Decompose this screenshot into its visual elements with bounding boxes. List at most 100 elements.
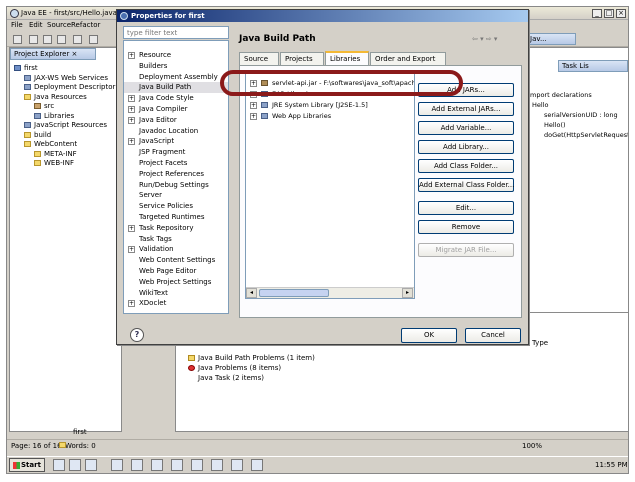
nav-item-task-tags[interactable]: Task Tags	[124, 234, 228, 245]
expand-icon[interactable]: +	[128, 52, 135, 59]
nav-item-javascript[interactable]: + JavaScript	[124, 136, 228, 147]
scroll-right-icon[interactable]: ▸	[402, 288, 413, 298]
nav-item-project-references[interactable]: Project References	[124, 169, 228, 180]
taskbar-app-icon[interactable]	[251, 459, 263, 471]
task-list-tab[interactable]: Task Lis	[558, 60, 628, 72]
nav-item-java-build-path[interactable]: Java Build Path	[124, 82, 228, 94]
tree-item[interactable]: JAX-WS Web Services	[14, 74, 115, 84]
menu-edit[interactable]: Edit	[29, 21, 43, 29]
taskbar-app-icon[interactable]	[131, 459, 143, 471]
nav-item-web-page-editor[interactable]: Web Page Editor	[124, 266, 228, 277]
outline-item[interactable]: Hello()	[530, 120, 628, 130]
taskbar-app-icon[interactable]	[191, 459, 203, 471]
taskbar-app-icon[interactable]	[53, 459, 65, 471]
outline-item[interactable]: Hello	[530, 100, 628, 110]
add-jars-button[interactable]: Add JARs...	[418, 83, 514, 97]
tree-item[interactable]: Deployment Descriptor	[14, 83, 115, 93]
nav-item-java-compiler[interactable]: + Java Compiler	[124, 104, 228, 115]
nav-item-java-editor[interactable]: + Java Editor	[124, 115, 228, 126]
nav-item-java-code-style[interactable]: + Java Code Style	[124, 93, 228, 104]
library-row-ear[interactable]: + EAR Libraries	[246, 89, 414, 99]
problem-row[interactable]: Java Task (2 items)	[188, 373, 315, 383]
nav-item-jsp-fragment[interactable]: JSP Fragment	[124, 147, 228, 158]
start-button[interactable]: Start	[9, 458, 45, 472]
nav-item-resource[interactable]: + Resource	[124, 50, 228, 61]
tree-item[interactable]: first	[14, 64, 115, 74]
expand-icon[interactable]: +	[128, 246, 135, 254]
outline-item[interactable]: mport declarations	[530, 90, 628, 100]
nav-arrows-icon[interactable]: ⇦ ▾ ⇨ ▾	[472, 35, 497, 43]
tab-source[interactable]: Source	[239, 52, 279, 65]
menu-file[interactable]: File	[11, 21, 23, 29]
save-icon[interactable]	[29, 35, 38, 44]
taskbar-app-icon[interactable]	[151, 459, 163, 471]
nav-item-xdoclet[interactable]: + XDoclet	[124, 298, 228, 309]
taskbar-app-icon[interactable]	[231, 459, 243, 471]
type-column-header[interactable]: Type	[532, 339, 548, 347]
nav-item-javadoc-location[interactable]: Javadoc Location	[124, 126, 228, 137]
filter-input[interactable]: type filter text	[123, 26, 229, 39]
tree-item[interactable]: Libraries	[14, 112, 115, 122]
library-row-servlet-api[interactable]: + servlet-api.jar - F:\softwares\java_sof…	[246, 78, 414, 88]
add-external-class-folder-button[interactable]: Add External Class Folder...	[418, 178, 514, 192]
expand-icon[interactable]: +	[128, 95, 135, 103]
library-row-jre[interactable]: + JRE System Library [J2SE-1.5]	[246, 100, 414, 110]
outline-item[interactable]: serialVersionUID : long	[530, 110, 628, 120]
expand-icon[interactable]: +	[250, 80, 257, 87]
expand-icon[interactable]: +	[250, 113, 257, 120]
nav-item-task-repository[interactable]: + Task Repository	[124, 223, 228, 234]
menu-refactor[interactable]: Refactor	[71, 21, 100, 29]
tree-item[interactable]: JavaScript Resources	[14, 121, 115, 131]
add-library-button[interactable]: Add Library...	[418, 140, 514, 154]
nav-item-validation[interactable]: + Validation	[124, 244, 228, 255]
tree-item[interactable]: src	[14, 102, 115, 112]
expand-icon[interactable]: +	[128, 224, 135, 232]
tree-item[interactable]: META-INF	[14, 150, 115, 160]
tree-item[interactable]: WebContent	[14, 140, 115, 150]
close-button[interactable]: ×	[616, 9, 626, 18]
project-explorer-tab[interactable]: Project Explorer ×	[10, 48, 96, 60]
taskbar-app-icon[interactable]	[171, 459, 183, 471]
menu-source[interactable]: Source	[47, 21, 71, 29]
tab-order-and-export[interactable]: Order and Export	[370, 52, 446, 65]
nav-item-web-project-settings[interactable]: Web Project Settings	[124, 277, 228, 288]
nav-item-web-content-settings[interactable]: Web Content Settings	[124, 255, 228, 266]
expand-icon[interactable]: +	[128, 116, 135, 124]
nav-item-wikitext[interactable]: WikiText	[124, 288, 228, 299]
scroll-thumb[interactable]	[259, 289, 329, 297]
nav-item-builders[interactable]: Builders	[124, 61, 228, 72]
taskbar-app-icon[interactable]	[69, 459, 81, 471]
new-icon[interactable]	[13, 35, 22, 44]
nav-item-service-policies[interactable]: Service Policies	[124, 201, 228, 212]
problem-row[interactable]: Java Problems (8 items)	[188, 363, 315, 373]
tab-libraries[interactable]: Libraries	[325, 51, 369, 65]
nav-item-run-debug-settings[interactable]: Run/Debug Settings	[124, 180, 228, 191]
run-icon[interactable]	[89, 35, 98, 44]
nav-item-targeted-runtimes[interactable]: Targeted Runtimes	[124, 212, 228, 223]
remove-button[interactable]: Remove	[418, 220, 514, 234]
nav-item-deployment-assembly[interactable]: Deployment Assembly	[124, 72, 228, 83]
add-external-jars-button[interactable]: Add External JARs...	[418, 102, 514, 116]
save-all-icon[interactable]	[43, 35, 52, 44]
tree-item[interactable]: build	[14, 131, 115, 141]
expand-icon[interactable]: +	[250, 91, 257, 98]
scroll-left-icon[interactable]: ◂	[246, 288, 257, 298]
horizontal-scrollbar[interactable]: ◂ ▸	[246, 287, 414, 298]
perspective-java-ee[interactable]: Jav...	[526, 33, 576, 45]
add-class-folder-button[interactable]: Add Class Folder...	[418, 159, 514, 173]
tree-item[interactable]: WEB-INF	[14, 159, 115, 169]
tab-projects[interactable]: Projects	[280, 52, 324, 65]
help-icon[interactable]: ?	[130, 328, 144, 342]
outline-item[interactable]: doGet(HttpServletRequest, H	[530, 130, 628, 140]
add-variable-button[interactable]: Add Variable...	[418, 121, 514, 135]
nav-item-server[interactable]: Server	[124, 190, 228, 201]
minimize-button[interactable]: _	[592, 9, 602, 18]
ok-button[interactable]: OK	[401, 328, 457, 343]
expand-icon[interactable]: +	[128, 300, 135, 308]
taskbar-app-icon[interactable]	[211, 459, 223, 471]
print-icon[interactable]	[57, 35, 66, 44]
migrate-jar-button[interactable]: Migrate JAR File...	[418, 243, 514, 257]
expand-icon[interactable]: +	[128, 106, 135, 113]
expand-icon[interactable]: +	[128, 138, 135, 146]
problem-row[interactable]: Java Build Path Problems (1 item)	[188, 353, 315, 363]
